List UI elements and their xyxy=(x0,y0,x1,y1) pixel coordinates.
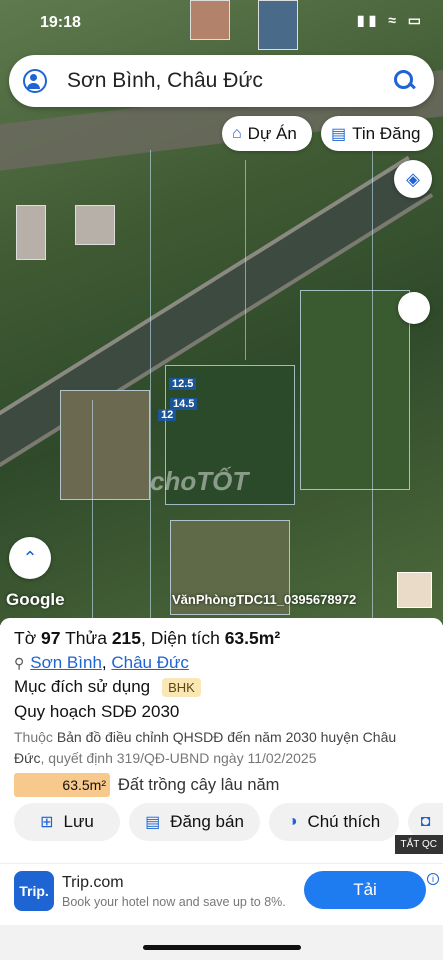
planning-decision: , quyết định 319/QĐ-UBND ngày 11/02/2025 xyxy=(40,750,317,766)
post-for-sale-button[interactable]: ▤ Đăng bán xyxy=(129,803,260,841)
land-use-purpose: Mục đích sử dụng BHK xyxy=(14,677,201,697)
search-bar[interactable]: Sơn Bình, Châu Đức xyxy=(9,55,434,107)
location-separator: , xyxy=(101,653,107,672)
listing-icon: ▤ xyxy=(145,814,161,831)
map-parcel xyxy=(60,390,150,500)
status-bar: 19:18 ▮▮ ≈ ▭ xyxy=(0,0,443,44)
google-logo: Google xyxy=(6,590,65,609)
to-label: Tờ xyxy=(14,628,37,648)
location-pin-icon: ⚲ xyxy=(14,654,25,671)
area-label: Diện tích xyxy=(150,628,220,648)
location-link-district[interactable]: Châu Đức xyxy=(111,653,189,673)
map-parcel xyxy=(300,290,410,490)
search-text[interactable]: Sơn Bình, Châu Đức xyxy=(67,69,394,93)
purpose-badge: BHK xyxy=(162,677,201,697)
parcel-info-sheet: Tờ 97 Thửa 215, Diện tích 63.5m² ⚲ Sơn B… xyxy=(0,618,443,863)
home-indicator[interactable] xyxy=(143,945,301,950)
agent-credit: VănPhòngTDC11_0395678972 xyxy=(172,592,357,607)
land-area-chip: 63.5m² xyxy=(14,773,110,797)
info-icon[interactable]: i xyxy=(427,873,439,885)
area-value: 63.5m² xyxy=(224,628,281,648)
planning-title: Quy hoạch SDĐ 2030 xyxy=(14,702,180,721)
du-an-label: Dự Án xyxy=(247,123,297,143)
parcel-location: ⚲ Sơn Bình, Châu Đức xyxy=(14,653,189,673)
land-type-row: 63.5m² Đất trồng cây lâu năm xyxy=(14,773,279,797)
legend-button[interactable]: ◑ Chú thích xyxy=(269,803,399,841)
trip-logo: Trip. xyxy=(14,871,54,911)
map-boundary xyxy=(372,150,373,620)
camera-icon: ◘ xyxy=(420,813,431,830)
purpose-label: Mục đích sử dụng xyxy=(14,677,151,696)
location-link-commune[interactable]: Sơn Bình xyxy=(30,653,102,673)
expand-sheet-button[interactable]: ⌃ xyxy=(9,537,51,579)
watermark: choTỐT xyxy=(150,466,249,496)
search-icon[interactable] xyxy=(394,70,416,92)
locate-button[interactable] xyxy=(398,292,430,324)
map-boundary xyxy=(150,150,151,620)
save-button[interactable]: ⊞ Lưu xyxy=(14,803,120,841)
bookmark-add-icon: ⊞ xyxy=(40,814,54,831)
planning-prefix: Thuộc xyxy=(14,729,53,745)
layers-icon: ◈ xyxy=(406,168,420,189)
agent-avatar[interactable] xyxy=(397,572,432,608)
plot-edge-label: 12 xyxy=(158,409,177,421)
news-icon: ▤ xyxy=(331,125,347,143)
ad-download-button[interactable]: Tải xyxy=(304,871,426,909)
hide-ads-button[interactable]: TẮT QC xyxy=(394,835,443,854)
ad-subtitle: Book your hotel now and save up to 8%. xyxy=(62,895,286,909)
map-boundary xyxy=(245,160,246,360)
status-time: 19:18 xyxy=(40,14,81,31)
map-boundary xyxy=(92,400,93,620)
status-icons: ▮▮ ≈ ▭ xyxy=(356,12,425,28)
layers-button[interactable]: ◈ xyxy=(394,160,432,198)
to-value: 97 xyxy=(41,628,61,648)
action-bar: ⊞ Lưu ▤ Đăng bán ◑ Chú thích ◘ xyxy=(0,803,443,845)
planning-description: Thuộc Bản đồ điều chỉnh QHSDĐ đến năm 20… xyxy=(14,727,429,769)
land-type-label: Đất trồng cây lâu năm xyxy=(118,775,280,794)
user-icon[interactable] xyxy=(23,69,47,93)
plot-edge-label: 12.5 xyxy=(169,378,197,390)
thua-value: 215 xyxy=(111,628,142,648)
thua-label: Thửa xyxy=(65,628,107,648)
parcel-summary: Tờ 97 Thửa 215, Diện tích 63.5m² xyxy=(14,628,281,648)
map-building xyxy=(16,205,46,260)
home-indicator-area xyxy=(0,925,443,960)
save-label: Lưu xyxy=(63,812,94,831)
tin-dang-label: Tin Đăng xyxy=(352,123,421,143)
map-building xyxy=(75,205,115,245)
ad-banner[interactable]: TẮT QC Trip. Trip.com Book your hotel no… xyxy=(0,835,443,925)
chevron-up-icon: ⌃ xyxy=(22,547,38,568)
contrast-icon: ◑ xyxy=(287,813,298,830)
legend-label: Chú thích xyxy=(307,812,381,831)
building-icon: ⌂ xyxy=(232,124,242,142)
du-an-button[interactable]: ⌂ Dự Án xyxy=(222,116,312,151)
post-label: Đăng bán xyxy=(170,812,244,831)
tin-dang-button[interactable]: ▤ Tin Đăng xyxy=(321,116,433,151)
ad-title: Trip.com xyxy=(62,874,124,891)
